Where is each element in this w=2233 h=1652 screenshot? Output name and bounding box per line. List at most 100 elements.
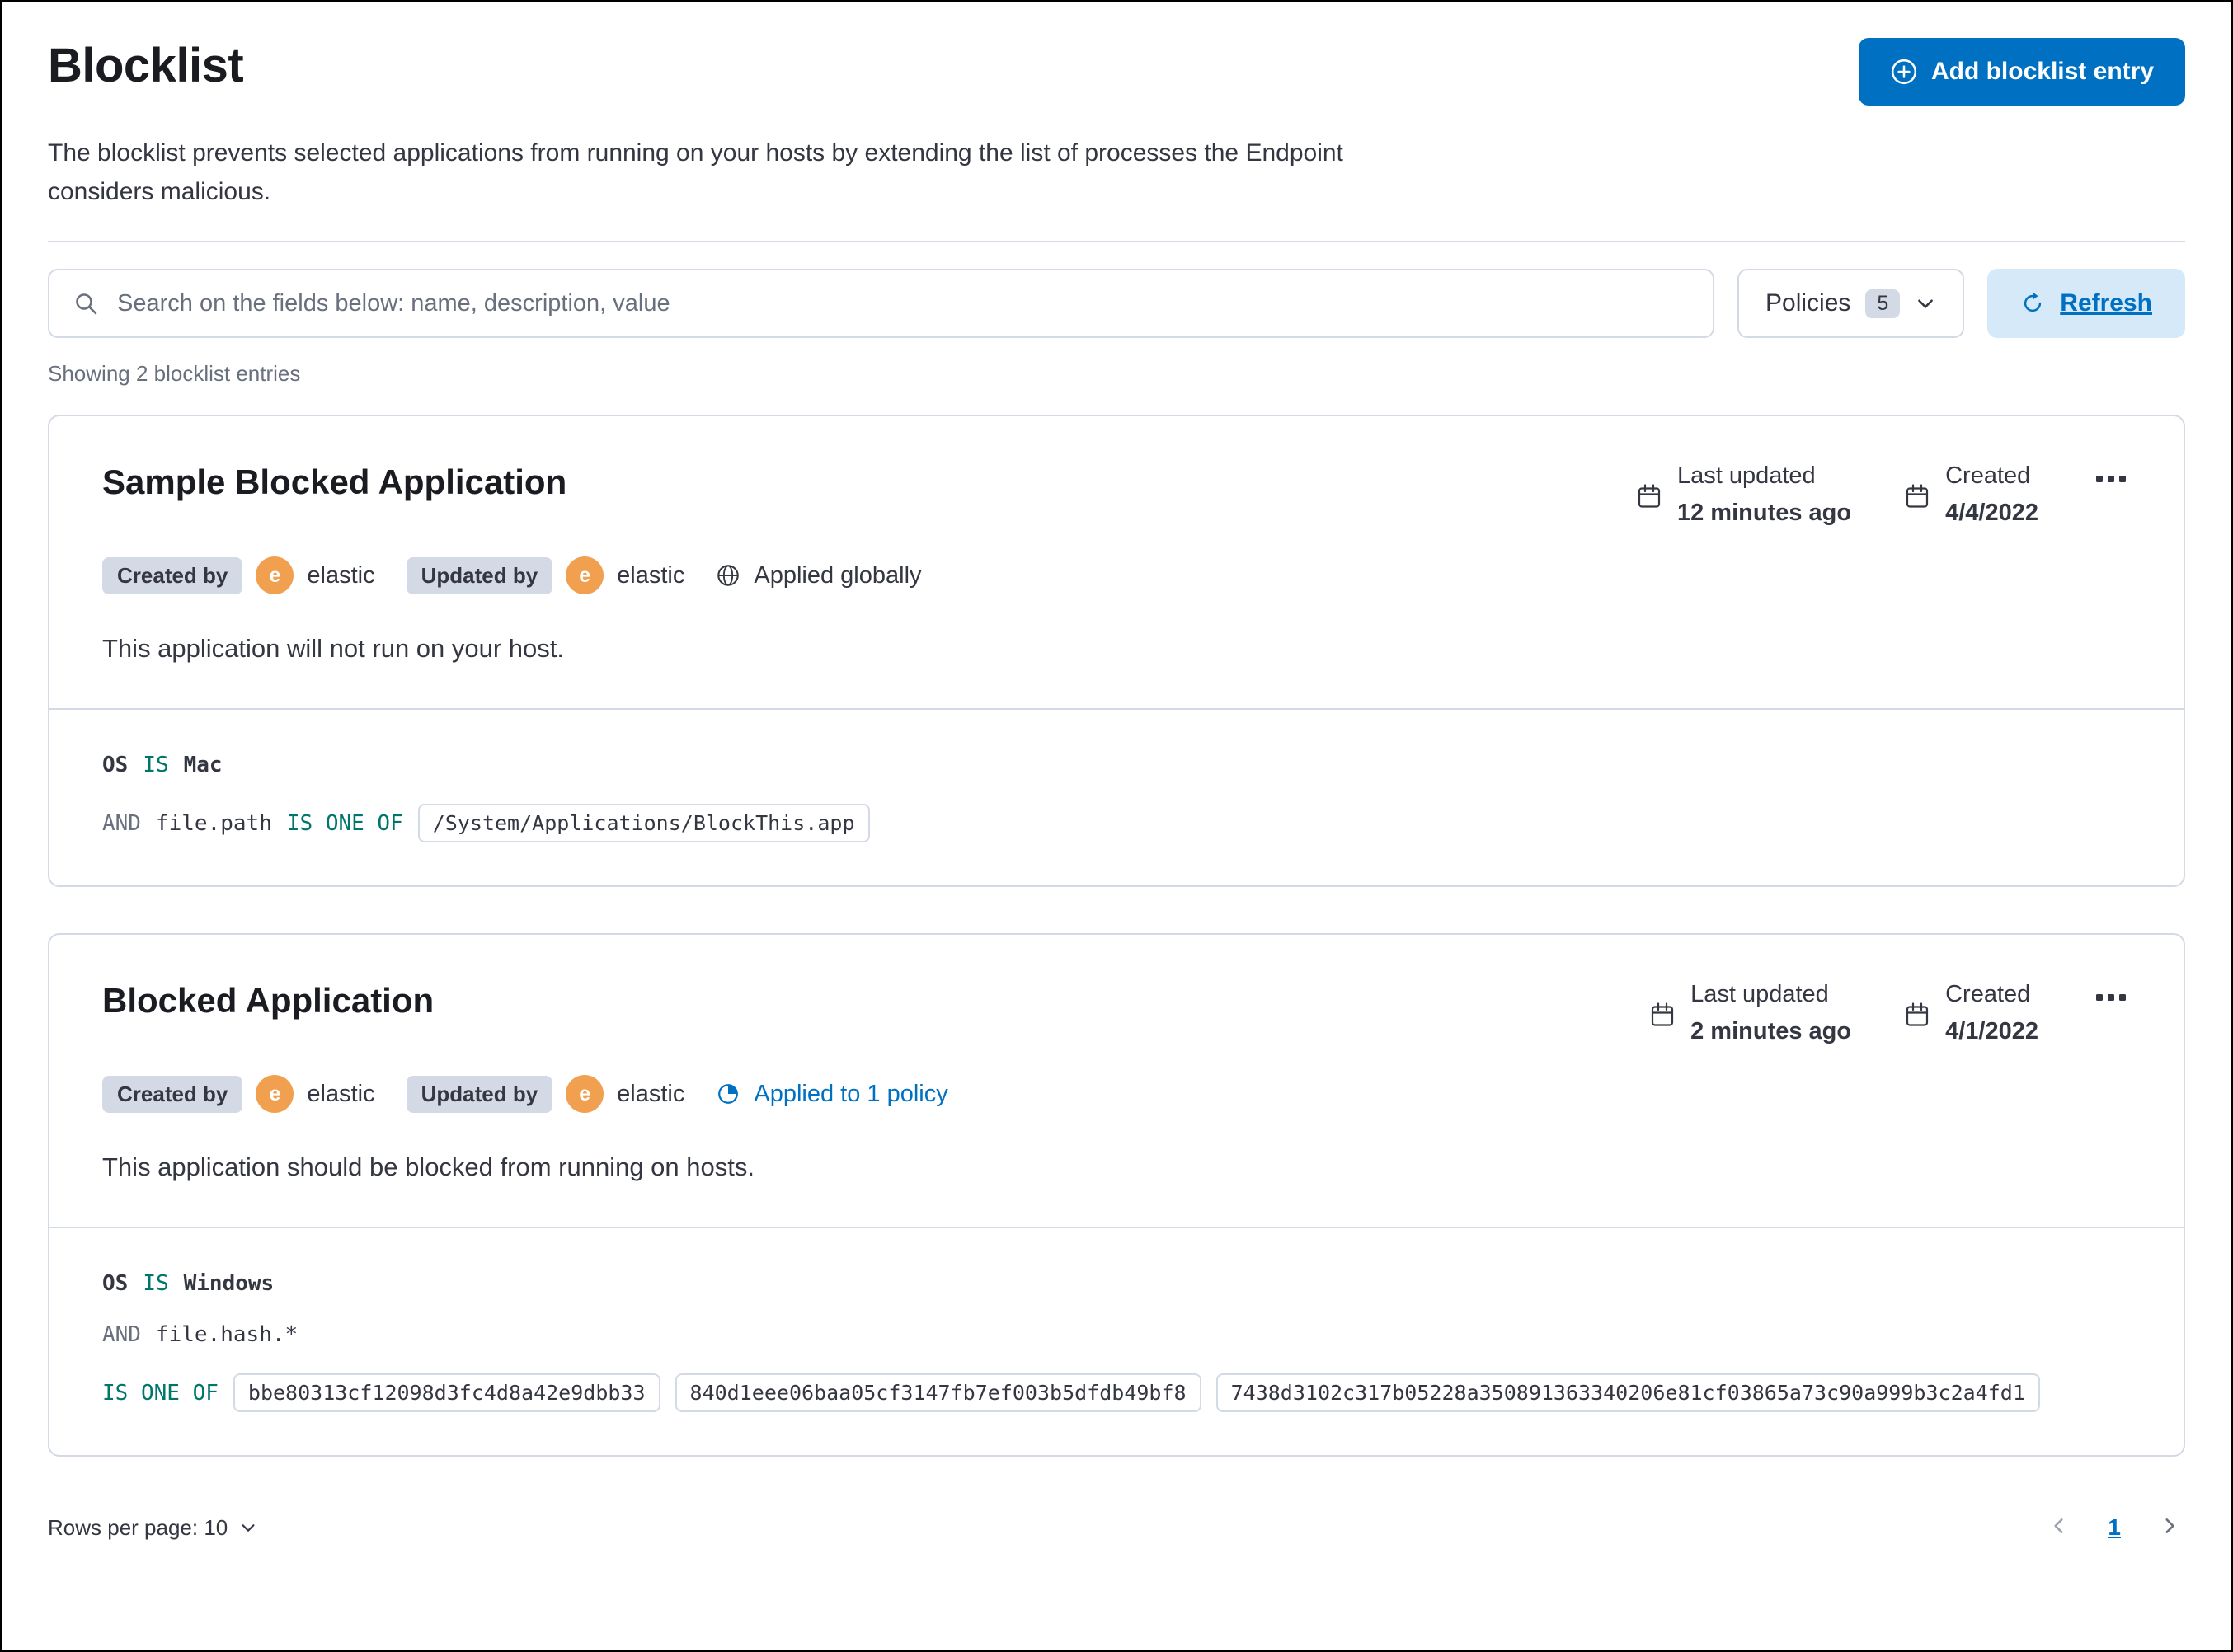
criteria: OS IS Mac AND file.path IS ONE OF/System/Appl… [49, 708, 2184, 885]
search-icon [73, 290, 99, 317]
created-by-group: Created by e elastic [102, 556, 375, 594]
user-avatar: e [566, 1075, 604, 1113]
last-updated: Last updated 12 minutes ago [1636, 462, 1851, 527]
rows-per-page-button[interactable]: Rows per page: 10 [48, 1515, 257, 1541]
updated-by-group: Updated by e elastic [406, 1075, 685, 1113]
criteria-token: OS [102, 1271, 129, 1296]
created-label: Created [1945, 981, 2031, 1007]
last-updated-label: Last updated [1676, 462, 1816, 489]
entry-meta: Last updated 12 minutes ago Created 4/4/… [1636, 462, 2131, 527]
created-by-group: Created by e elastic [102, 1075, 375, 1113]
entry-title: Sample Blocked Application [102, 462, 567, 501]
blocklist-entry-card: Sample Blocked Application Last updated … [48, 415, 2185, 887]
chevron-left-icon [2048, 1515, 2070, 1537]
blocklist-app-window: { "colors": { "primary": "#0071C2", "pri… [0, 0, 2233, 1652]
criteria-value-box: bbe80313cf12098d3fc4d8a42e9dbb33 [233, 1373, 660, 1412]
page-header: Blocklist Add blocklist entry [48, 38, 2185, 106]
blocklist-entry-card: Blocked Application Last updated 2 minut… [48, 933, 2185, 1457]
applied-scope[interactable]: Applied to 1 policy [716, 1080, 948, 1108]
last-updated: Last updated 2 minutes ago [1649, 981, 1851, 1045]
updated-by-badge: Updated by [406, 556, 553, 594]
chevron-down-icon [1915, 293, 1936, 314]
refresh-icon [2020, 291, 2045, 316]
updated-by-name: elastic [617, 561, 685, 589]
previous-page-button [2043, 1510, 2075, 1546]
pagination: 1 [2043, 1509, 2185, 1546]
entry-description: This application will not run on your ho… [102, 634, 565, 663]
criteria-line: IS ONE OF bbe80313cf12098d3fc4d8a42e9dbb3… [102, 1373, 2131, 1412]
add-blocklist-entry-button[interactable]: Add blocklist entry [1858, 38, 2185, 106]
criteria: OS IS Windows AND file.hash.* IS ONE OF bbe803… [49, 1227, 2184, 1455]
blocklist-page: Blocklist Add blocklist entry The blockl… [2, 2, 2231, 1579]
created-value: 4/1/2022 [1945, 1018, 2038, 1044]
criteria-token: Windows [183, 1271, 275, 1296]
criteria-value-box: 840d1eee06baa05cf3147fb7ef003b5dfdb49bf8 [675, 1373, 1201, 1412]
criteria-value-box: /System/Applications/BlockThis.app [417, 804, 870, 842]
entry-description: This application should be blocked from … [102, 1152, 755, 1181]
criteria-token: IS ONE OF [102, 1380, 219, 1406]
user-avatar: e [256, 556, 294, 594]
created-date: Created 4/1/2022 [1904, 981, 2038, 1045]
policies-label: Policies [1765, 289, 1851, 317]
calendar-icon [1904, 984, 1930, 1045]
created-value: 4/4/2022 [1945, 500, 2038, 526]
last-updated-value: 2 minutes ago [1690, 1018, 1852, 1044]
chevron-right-icon [2159, 1515, 2180, 1537]
page-1-button[interactable]: 1 [2099, 1509, 2129, 1546]
results-count: Showing 2 blocklist entries [48, 361, 301, 386]
criteria-line: AND file.path IS ONE OF/System/Application… [102, 804, 2131, 842]
partial-circle-icon [716, 1082, 740, 1106]
search-box [48, 269, 1714, 338]
created-by-badge: Created by [102, 1075, 243, 1113]
criteria-token: OS [102, 753, 129, 777]
calendar-icon [1636, 466, 1662, 527]
search-input[interactable] [117, 289, 1690, 317]
updated-by-group: Updated by e elastic [406, 556, 685, 594]
entry-title: Blocked Application [102, 981, 435, 1020]
criteria-token: IS ONE OF [286, 810, 403, 836]
entry-actions-menu-button[interactable] [2091, 981, 2131, 1016]
criteria-token: AND [102, 1322, 141, 1347]
entry-attribution-row: Created by e elastic Updated by e elasti… [102, 556, 2131, 594]
page-title: Blocklist [48, 39, 244, 92]
boxes-horizontal-icon [2096, 475, 2126, 483]
blocklist-entries: Sample Blocked Application Last updated … [48, 415, 2185, 1457]
chevron-down-icon [239, 1518, 257, 1537]
entry-attribution-row: Created by e elastic Updated by e elasti… [102, 1075, 2131, 1113]
applied-scope: Applied globally [716, 561, 922, 589]
criteria-token: IS [143, 753, 169, 777]
policies-filter-button[interactable]: Policies 5 [1737, 269, 1965, 338]
refresh-button[interactable]: Refresh [1987, 269, 2185, 338]
globe-icon [716, 563, 740, 588]
rows-per-page-label: Rows per page: 10 [48, 1514, 228, 1540]
calendar-icon [1904, 466, 1930, 527]
add-blocklist-entry-label: Add blocklist entry [1930, 58, 2154, 85]
policies-count-badge: 5 [1865, 289, 1901, 318]
created-by-badge: Created by [102, 556, 243, 594]
last-updated-value: 12 minutes ago [1676, 500, 1852, 526]
header-divider [48, 241, 2185, 242]
user-avatar: e [566, 556, 604, 594]
next-page-button[interactable] [2154, 1510, 2185, 1546]
criteria-line: AND file.hash.* [102, 1322, 2131, 1347]
criteria-token: IS [143, 1271, 169, 1296]
created-by-name: elastic [307, 1080, 375, 1107]
applied-scope-label: Applied globally [754, 561, 922, 589]
boxes-horizontal-icon [2096, 993, 2126, 1002]
created-by-name: elastic [307, 561, 375, 589]
plus-circle-icon [1890, 58, 1918, 86]
updated-by-name: elastic [617, 1080, 685, 1107]
criteria-token: file.path [155, 810, 272, 836]
last-updated-label: Last updated [1690, 981, 1829, 1007]
criteria-line: OS IS Windows [102, 1271, 2131, 1296]
criteria-token: AND [102, 810, 141, 836]
entry-header: Blocked Application Last updated 2 minut… [49, 935, 2184, 1227]
entry-actions-menu-button[interactable] [2091, 462, 2131, 497]
refresh-label: Refresh [2060, 289, 2152, 317]
updated-by-badge: Updated by [406, 1075, 553, 1113]
criteria-token: file.hash.* [155, 1322, 299, 1347]
criteria-value-box: 7438d3102c317b05228a350891363340206e81cf… [1215, 1373, 2040, 1412]
applied-scope-label: Applied to 1 policy [754, 1080, 948, 1107]
criteria-token: Mac [183, 753, 223, 777]
entry-meta: Last updated 2 minutes ago Created 4/1/2… [1649, 981, 2131, 1045]
